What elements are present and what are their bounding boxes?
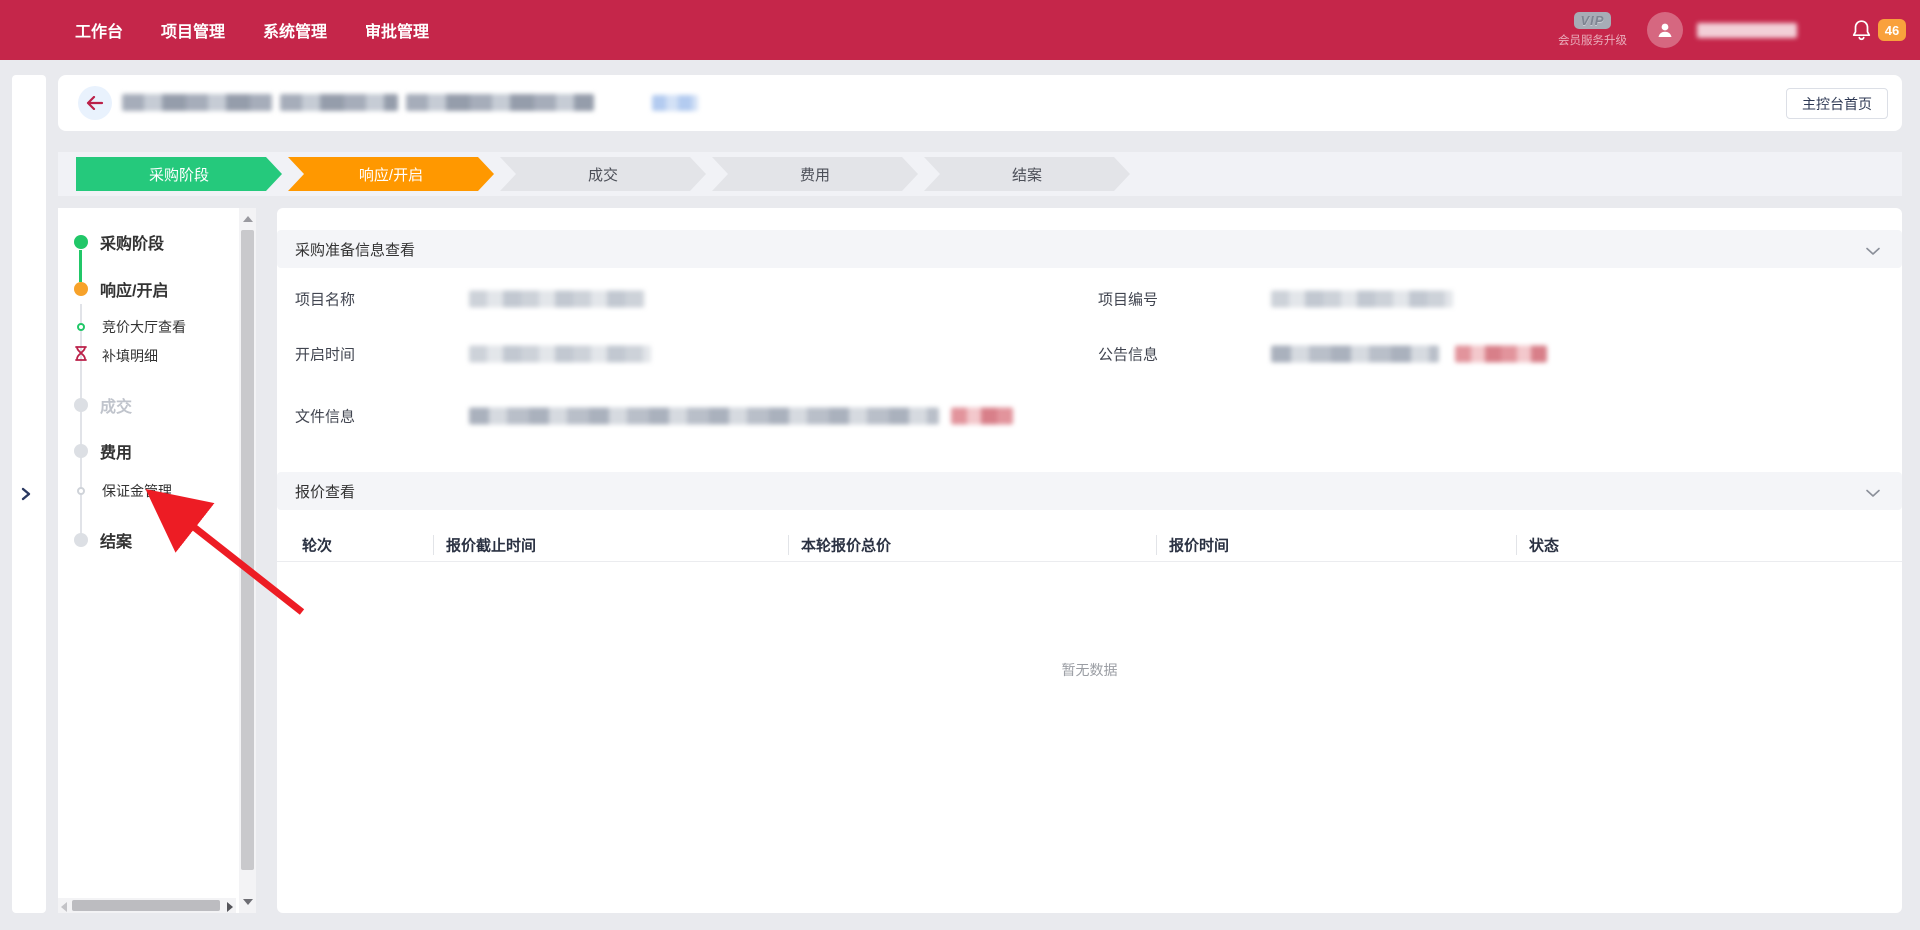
section-header-quote-view[interactable]: 报价查看 xyxy=(277,472,1902,510)
section-header-purchase-info[interactable]: 采购准备信息查看 xyxy=(277,230,1902,268)
dot-active xyxy=(74,282,88,296)
username-redacted[interactable] xyxy=(1697,23,1797,38)
chevron-right-icon xyxy=(20,487,32,501)
horizontal-scroll-thumb[interactable] xyxy=(72,900,220,911)
field-value-open-time-redacted xyxy=(469,346,651,363)
dot-done xyxy=(74,235,88,249)
console-home-button[interactable]: 主控台首页 xyxy=(1786,88,1888,119)
topbar-right: VIP 会员服务升级 46 xyxy=(1558,0,1906,60)
arrow-left-icon xyxy=(86,96,104,110)
topbar: 工作台 项目管理 系统管理 审批管理 VIP 会员服务升级 46 xyxy=(0,0,1920,60)
vertical-scroll-thumb[interactable] xyxy=(241,230,254,870)
column-header-quote-deadline: 报价截止时间 xyxy=(446,534,536,555)
collapsed-panel-strip xyxy=(12,75,46,913)
dot-disabled xyxy=(74,398,88,412)
scroll-left-arrow[interactable] xyxy=(61,902,67,912)
bell-icon xyxy=(1851,19,1872,42)
redacted-text-block xyxy=(122,94,272,111)
timeline-line-done xyxy=(79,250,82,282)
file-link-redacted[interactable] xyxy=(951,408,1013,425)
sidebar-horizontal-scrollbar[interactable] xyxy=(58,898,236,913)
vip-icon: VIP xyxy=(1574,12,1612,29)
timeline-line xyxy=(80,304,82,540)
column-divider xyxy=(1516,535,1517,555)
sidebar-item-response-open[interactable]: 响应/开启 xyxy=(100,277,168,301)
notification-count-badge: 46 xyxy=(1878,19,1906,41)
announcement-link-redacted[interactable] xyxy=(1455,346,1547,363)
dot-upcoming xyxy=(74,533,88,547)
ring-upcoming-sub xyxy=(77,487,85,495)
project-title-redacted xyxy=(122,94,698,111)
column-header-quote-time: 报价时间 xyxy=(1169,534,1229,555)
expand-panel-button[interactable] xyxy=(20,487,32,506)
field-value-file-info-redacted xyxy=(469,408,939,425)
column-header-round: 轮次 xyxy=(302,534,332,555)
ring-active-sub xyxy=(77,323,85,331)
redacted-text-block xyxy=(406,94,594,111)
field-value-project-number-redacted xyxy=(1271,291,1453,308)
page-header-card: 主控台首页 xyxy=(58,75,1902,131)
sidebar-item-supplement-detail[interactable]: 补填明细 xyxy=(102,346,158,366)
scroll-right-arrow[interactable] xyxy=(227,902,233,912)
scroll-up-arrow[interactable] xyxy=(243,216,253,222)
column-divider xyxy=(788,535,789,555)
progress-stepper: 采购阶段 响应/开启 成交 费用 结案 xyxy=(58,152,1902,196)
empty-state-text: 暂无数据 xyxy=(277,660,1902,680)
field-value-announcement-redacted xyxy=(1271,346,1439,363)
step-closure[interactable]: 结案 xyxy=(924,157,1130,191)
field-label-announcement-info: 公告信息 xyxy=(1098,344,1158,365)
scroll-down-arrow[interactable] xyxy=(243,899,253,905)
column-divider xyxy=(1156,535,1157,555)
status-tag-redacted xyxy=(652,95,698,111)
back-button[interactable] xyxy=(78,86,112,120)
redacted-text-block xyxy=(280,94,398,111)
sidebar-item-closure[interactable]: 结案 xyxy=(100,528,132,552)
user-avatar[interactable] xyxy=(1647,12,1683,48)
column-header-round-total-price: 本轮报价总价 xyxy=(801,534,891,555)
person-icon xyxy=(1655,20,1675,40)
field-value-project-name-redacted xyxy=(469,291,645,308)
nav-item-project-management[interactable]: 项目管理 xyxy=(161,18,225,42)
vip-upgrade[interactable]: VIP 会员服务升级 xyxy=(1558,12,1627,48)
column-divider xyxy=(433,535,434,555)
column-header-status: 状态 xyxy=(1529,534,1559,555)
section-title: 报价查看 xyxy=(295,481,355,502)
sidebar-item-deal[interactable]: 成交 xyxy=(100,393,132,417)
field-label-open-time: 开启时间 xyxy=(295,344,355,365)
step-deal[interactable]: 成交 xyxy=(500,157,706,191)
nav-item-approval-management[interactable]: 审批管理 xyxy=(365,18,429,42)
collapse-chevron-icon[interactable] xyxy=(1866,243,1880,261)
step-fees[interactable]: 费用 xyxy=(712,157,918,191)
sidebar-item-fees[interactable]: 费用 xyxy=(100,439,132,463)
nav-item-system-management[interactable]: 系统管理 xyxy=(263,18,327,42)
nav-item-workbench[interactable]: 工作台 xyxy=(75,18,123,42)
quote-table-header: 轮次 报价截止时间 本轮报价总价 报价时间 状态 xyxy=(277,528,1902,562)
main-content-card: 采购准备信息查看 项目名称 项目编号 开启时间 公告信息 文件信息 报价查看 轮… xyxy=(277,208,1902,913)
field-label-project-name: 项目名称 xyxy=(295,289,355,310)
hourglass-icon xyxy=(74,346,88,367)
step-procurement-stage[interactable]: 采购阶段 xyxy=(76,157,282,191)
dot-upcoming xyxy=(74,444,88,458)
collapse-chevron-icon[interactable] xyxy=(1866,485,1880,503)
notification-area[interactable]: 46 xyxy=(1851,19,1906,42)
sidebar-item-procurement-stage[interactable]: 采购阶段 xyxy=(100,230,164,254)
main-nav: 工作台 项目管理 系统管理 审批管理 xyxy=(75,0,429,60)
field-label-project-number: 项目编号 xyxy=(1098,289,1158,310)
stage-sidebar: 采购阶段 响应/开启 竞价大厅查看 补填明细 成交 费用 保证金管理 结案 xyxy=(58,208,239,913)
sidebar-vertical-scrollbar[interactable] xyxy=(239,208,256,913)
vip-caption: 会员服务升级 xyxy=(1558,32,1627,48)
sidebar-item-bidding-hall[interactable]: 竞价大厅查看 xyxy=(102,317,186,337)
field-label-file-info: 文件信息 xyxy=(295,406,355,427)
step-response-open[interactable]: 响应/开启 xyxy=(288,157,494,191)
sidebar-item-deposit-management[interactable]: 保证金管理 xyxy=(102,481,172,501)
section-title: 采购准备信息查看 xyxy=(295,239,415,260)
